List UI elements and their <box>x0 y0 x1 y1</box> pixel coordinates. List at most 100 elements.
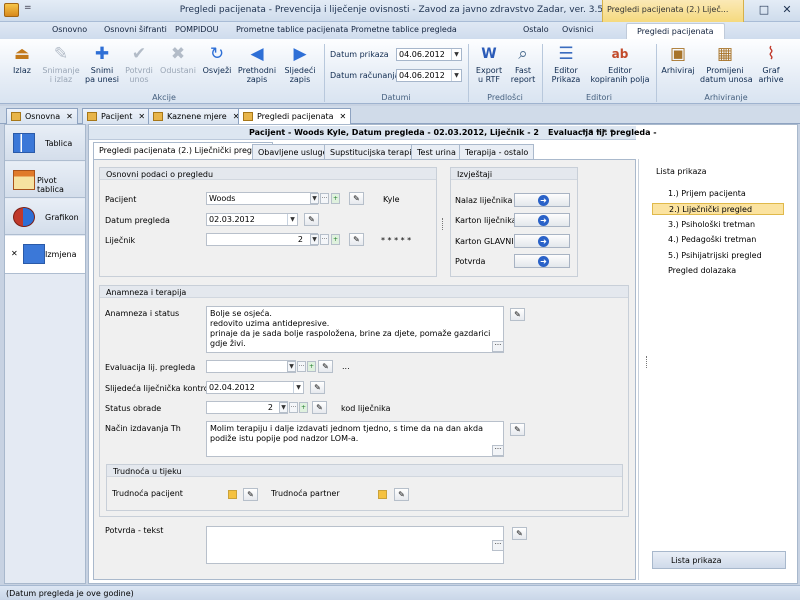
close-icon[interactable]: ✕ <box>66 112 73 121</box>
fast-report-button[interactable]: ⌕ Fast report <box>508 44 538 84</box>
lookup-button[interactable]: ··· <box>289 402 298 413</box>
edit-icon[interactable]: ✎ <box>349 192 364 205</box>
splitter-handle[interactable] <box>646 356 650 368</box>
status-obrade-input[interactable]: 2 <box>206 401 288 414</box>
datum-racunanja-input[interactable]: 04.06.2012 ▼ <box>396 69 462 82</box>
doc-tab-pregledi[interactable]: Pregledi pacijenata ✕ <box>238 108 352 124</box>
add-icon[interactable]: + <box>331 193 340 204</box>
tab-pompidou[interactable]: POMPIDOU <box>175 25 219 34</box>
anamneza-status-textarea[interactable]: Bolje se osjeća. redovito uzima antidepr… <box>206 306 504 353</box>
arhiviraj-button[interactable]: ▣ Arhiviraj <box>660 44 696 75</box>
close-button[interactable]: ✕ <box>776 2 798 18</box>
pacijent-ime: Kyle <box>383 195 400 204</box>
tab-test-urina[interactable]: Test urina <box>411 144 462 159</box>
edit-icon[interactable]: ✎ <box>312 401 327 414</box>
lookup-button[interactable]: ··· <box>320 193 329 204</box>
tab-osnovni-sifranti[interactable]: Osnovni šifranti <box>104 25 167 34</box>
potvrdi-button[interactable]: ✔ Potvrdi unos <box>122 44 156 84</box>
snimanje-button[interactable]: ✎ Snimanje i izlaz <box>38 44 84 84</box>
izlaz-button[interactable]: ⏏ Izlaz <box>6 44 38 75</box>
add-icon[interactable]: + <box>299 402 308 413</box>
tab-ostalo[interactable]: Ostalo <box>523 25 549 34</box>
edit-icon[interactable]: ✎ <box>304 213 319 226</box>
potvrda-button[interactable]: ➜ <box>514 254 570 268</box>
prethodni-button[interactable]: ◀ Prethodni zapis <box>236 44 278 84</box>
edit-icon[interactable]: ✎ <box>318 360 333 373</box>
tab-supstitucijska[interactable]: Supstitucijska terapija <box>324 144 425 159</box>
editor-prikaza-button[interactable]: ☰ Editor Prikaza <box>548 44 584 84</box>
lijecnik-input[interactable]: 2 <box>206 233 318 246</box>
potvrda-tekst-textarea[interactable] <box>206 526 504 564</box>
karton-glavni-button[interactable]: ➜ <box>514 234 570 248</box>
nav-pivot[interactable]: Pivot tablica <box>5 162 85 198</box>
lista-item[interactable]: Pregled dolazaka <box>652 265 784 277</box>
chevron-down-icon[interactable]: ▼ <box>287 214 297 225</box>
nav-tablica[interactable]: Tablica <box>5 125 85 161</box>
evaluacija-input[interactable] <box>206 360 296 373</box>
pacijent-input[interactable]: Woods <box>206 192 318 205</box>
add-icon[interactable]: + <box>331 234 340 245</box>
edit-icon[interactable]: ✎ <box>310 381 325 394</box>
snimi-button[interactable]: ✚ Snimi pa unesi <box>84 44 120 84</box>
edit-icon[interactable]: ✎ <box>243 488 258 501</box>
datum-prikaza-input[interactable]: 04.06.2012 ▼ <box>396 48 462 61</box>
nav-izmjena[interactable]: ✕ Izmjena <box>5 236 85 274</box>
graf-arhive-button[interactable]: ⌇ Graf arhive <box>754 44 788 84</box>
tab-pregledi-lijecnicki[interactable]: Pregledi pacijenata (2.) Liječnički preg… <box>93 142 274 159</box>
chevron-down-icon[interactable]: ▼ <box>279 402 288 413</box>
edit-icon[interactable]: ✎ <box>510 423 525 436</box>
tab-ovisnici[interactable]: Ovisnici <box>562 25 593 34</box>
tab-icon <box>243 112 253 121</box>
lista-prikaza-button[interactable]: Lista prikaza <box>652 551 786 569</box>
lista-item[interactable]: 4.) Pedagoški tretman <box>652 234 784 246</box>
lookup-button[interactable]: ··· <box>320 234 329 245</box>
lista-item[interactable]: 5.) Psihijatrijski pregled <box>652 250 784 262</box>
doc-tab-kaznene-mjere[interactable]: Kaznene mjere ✕ <box>148 108 245 124</box>
trudnoca-partner-checkbox[interactable] <box>378 490 387 499</box>
chevron-down-icon[interactable]: ▼ <box>451 70 461 81</box>
chevron-down-icon[interactable]: ▼ <box>293 382 303 393</box>
close-icon[interactable]: ✕ <box>340 112 347 121</box>
nalaz-button[interactable]: ➜ <box>514 193 570 207</box>
lista-item[interactable]: 3.) Psihološki tretman <box>652 219 784 231</box>
edit-icon[interactable]: ✎ <box>512 527 527 540</box>
kontrola-input[interactable]: 02.04.2012 ▼ <box>206 381 304 394</box>
close-icon[interactable]: ✕ <box>138 112 145 121</box>
promijeni-datum-button[interactable]: ▦ Promijeni datum unosa <box>700 44 753 84</box>
tab-osnovno[interactable]: Osnovno <box>52 25 87 34</box>
lista-item[interactable]: 1.) Prijem pacijenta <box>652 188 784 200</box>
doc-tab-osnovna[interactable]: Osnovna ✕ <box>6 108 78 124</box>
osvjezi-button[interactable]: ↻ Osvježi <box>200 44 234 75</box>
lista-item-selected[interactable]: 2.) Liječnički pregled <box>652 203 784 215</box>
sljedeci-button[interactable]: ▶ Sljedeći zapis <box>280 44 320 84</box>
odustani-button[interactable]: ✖ Odustani <box>158 44 198 75</box>
textarea-expand-button[interactable]: ··· <box>492 341 504 352</box>
edit-icon[interactable]: ✎ <box>510 308 525 321</box>
karton-lijecnika-button[interactable]: ➜ <box>514 213 570 227</box>
chevron-down-icon[interactable]: ▼ <box>287 361 296 372</box>
splitter-handle[interactable] <box>442 218 445 230</box>
close-icon[interactable]: ✕ <box>11 249 18 258</box>
trudnoca-pacijent-checkbox[interactable] <box>228 490 237 499</box>
add-icon[interactable]: + <box>307 361 316 372</box>
datum-pregleda-input[interactable]: 02.03.2012 ▼ <box>206 213 298 226</box>
tab-obavljene-usluge[interactable]: Obavljene usluge <box>252 144 334 159</box>
tab-pregledi-pacijenata[interactable]: Pregledi pacijenata <box>626 23 725 39</box>
chevron-down-icon[interactable]: ▼ <box>310 193 319 204</box>
tab-prometne-pacijenata[interactable]: Prometne tablice pacijenata <box>236 25 348 34</box>
textarea-expand-button[interactable]: ··· <box>492 445 504 456</box>
nacin-textarea[interactable]: Molim terapiju i dalje izdavati jednom t… <box>206 421 504 457</box>
maximize-button[interactable]: □ <box>753 2 775 18</box>
edit-icon[interactable]: ✎ <box>349 233 364 246</box>
doc-tab-pacijent[interactable]: Pacijent ✕ <box>82 108 151 124</box>
chevron-down-icon[interactable]: ▼ <box>310 234 319 245</box>
textarea-expand-button[interactable]: ··· <box>492 540 504 551</box>
tab-prometne-pregleda[interactable]: Prometne tablice pregleda <box>351 25 457 34</box>
lookup-button[interactable]: ··· <box>297 361 306 372</box>
editor-kopiranih-button[interactable]: ab Editor kopiranih polja <box>588 44 652 84</box>
nav-grafikon[interactable]: Grafikon <box>5 199 85 235</box>
tab-terapija-ostalo[interactable]: Terapija - ostalo <box>459 144 535 159</box>
chevron-down-icon[interactable]: ▼ <box>451 49 461 60</box>
edit-icon[interactable]: ✎ <box>394 488 409 501</box>
export-rtf-button[interactable]: W Export u RTF <box>472 44 506 84</box>
